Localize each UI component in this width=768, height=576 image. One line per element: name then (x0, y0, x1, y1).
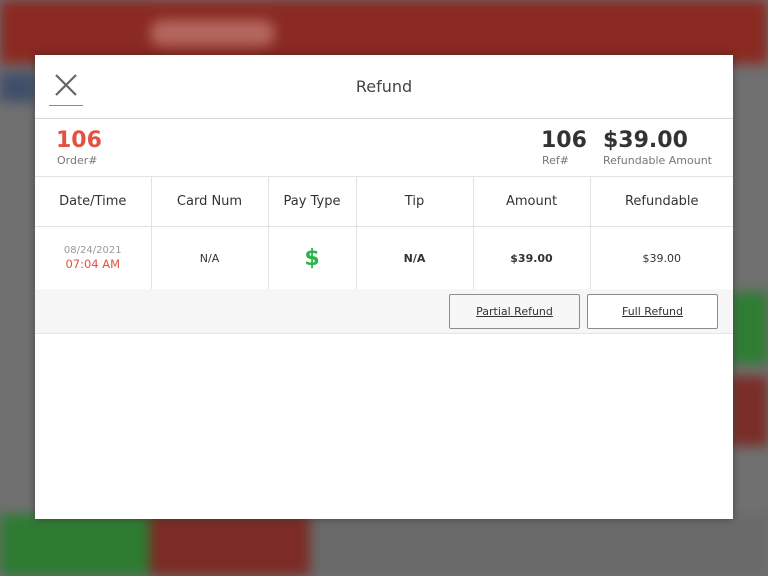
transactions-table: Date/Time Card Num Pay Type Tip Amount R… (35, 177, 733, 289)
dollar-icon: $ (304, 245, 320, 271)
order-number: 106 (56, 128, 102, 153)
ref-label: Ref# (542, 154, 570, 167)
refund-summary: 106 Order# 106 Ref# $39.00 Refundable Am… (35, 119, 733, 177)
tip-cell: N/A (356, 226, 474, 289)
col-header-amount: Amount (473, 177, 591, 227)
partial-refund-button[interactable]: Partial Refund (449, 294, 580, 329)
table-row[interactable]: 08/24/2021 07:04 AM N/A $ N/A $39.00 $39… (35, 226, 733, 289)
amount-cell: $39.00 (473, 226, 591, 289)
refundable-cell: $39.00 (642, 251, 682, 265)
refund-modal: Refund 106 Order# 106 Ref# $39.00 Refund… (35, 55, 733, 519)
col-header-card-num: Card Num (151, 177, 269, 227)
order-label: Order# (57, 154, 98, 167)
col-header-datetime: Date/Time (35, 177, 152, 227)
card-num-cell: N/A (151, 226, 269, 289)
refundable-amount-label: Refundable Amount (603, 154, 712, 167)
ref-number: 106 (541, 128, 587, 153)
datetime-cell: 08/24/2021 07:04 AM (35, 226, 152, 289)
col-header-refundable: Refundable (590, 177, 733, 227)
pay-type-cell: $ (268, 226, 357, 289)
transaction-time: 07:04 AM (65, 257, 121, 271)
transaction-date: 08/24/2021 (63, 245, 122, 256)
modal-header: Refund (35, 55, 733, 119)
col-header-pay-type: Pay Type (268, 177, 357, 227)
modal-title: Refund (355, 77, 413, 96)
col-header-tip: Tip (356, 177, 474, 227)
refund-actions: Partial Refund Full Refund (35, 289, 733, 334)
full-refund-button[interactable]: Full Refund (587, 294, 718, 329)
table-header-row: Date/Time Card Num Pay Type Tip Amount R… (35, 177, 733, 227)
refundable-amount: $39.00 (603, 128, 688, 153)
